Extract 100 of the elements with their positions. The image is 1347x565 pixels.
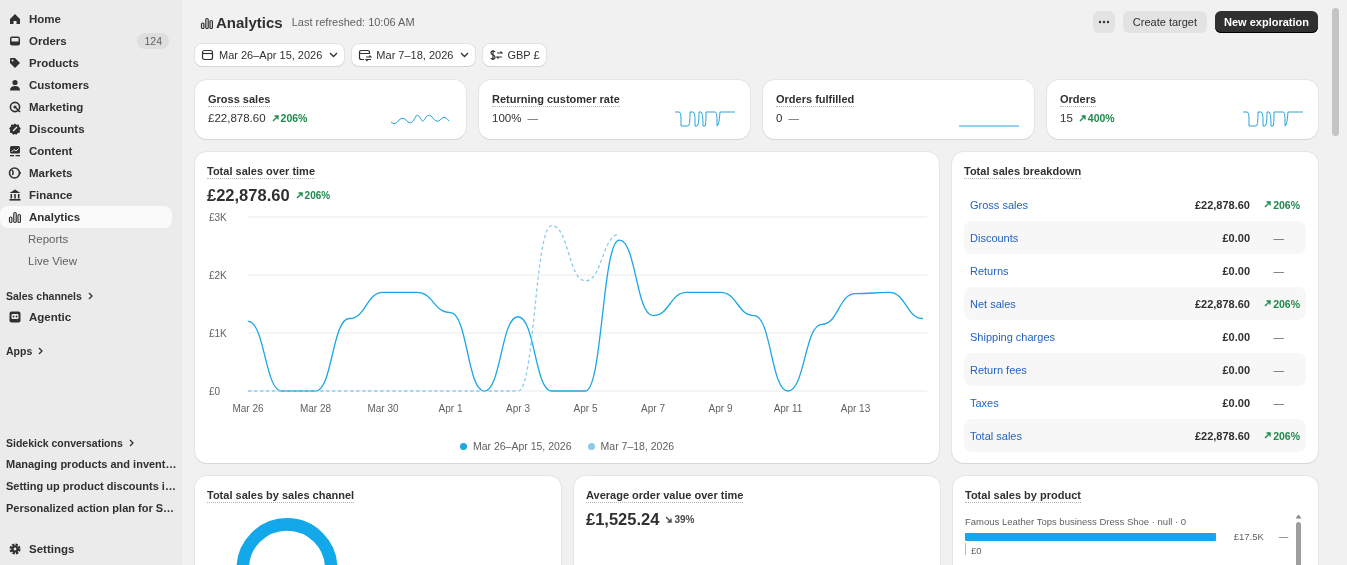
metric-link[interactable]: Gross sales (970, 198, 1195, 211)
nav-item[interactable]: Analytics (0, 206, 172, 228)
page-title: Analytics (216, 13, 283, 31)
x-axis-label: Mar 28 (299, 403, 332, 414)
no-change-dash: — (1273, 231, 1284, 244)
metric-value: £0.00 (1222, 363, 1250, 376)
metric-link[interactable]: Taxes (970, 396, 1223, 409)
no-change-dash: — (1273, 264, 1284, 277)
y-axis-label: £0 (209, 386, 221, 397)
change-percent: 206% (1273, 297, 1300, 310)
section-link[interactable]: Apps (0, 341, 172, 361)
no-change-dash: — (1273, 363, 1284, 376)
robot-icon (8, 310, 22, 324)
image-icon (8, 144, 22, 158)
metric-title: Orders fulfilled (776, 93, 855, 107)
metric-value: £0.00 (1222, 330, 1250, 343)
bar-chart-icon (8, 210, 22, 224)
no-change-dash: — (1278, 531, 1290, 542)
nav-item[interactable]: Discounts (0, 118, 172, 140)
count-badge: 124 (137, 33, 169, 49)
metric-link[interactable]: Returns (970, 264, 1223, 277)
chart-title: Average order value over time (586, 489, 744, 503)
metric-value: £22,878.60 (208, 112, 266, 124)
trend-up-icon (1078, 114, 1086, 122)
x-axis-label: Apr 9 (708, 403, 733, 414)
nav-item[interactable]: Markets (0, 162, 172, 184)
metric-value: £0.00 (1222, 264, 1250, 277)
nav-item[interactable]: Content (0, 140, 172, 162)
kpi-card[interactable]: Orders 15 400% (1047, 80, 1318, 139)
target-icon (8, 100, 22, 114)
axis-label: £0 (971, 545, 982, 556)
scrollbar[interactable] (1295, 514, 1302, 565)
trend-up-icon (271, 114, 279, 122)
date-range-button[interactable]: Mar 7–18, 2026 (352, 44, 476, 66)
metric-link[interactable]: Return fees (970, 363, 1223, 376)
metric-value: 100% (492, 112, 522, 124)
nav-subitem[interactable]: Live View (0, 250, 172, 272)
metric-value: £22,878.60 (1194, 297, 1250, 310)
nav-subitem[interactable]: Reports (0, 228, 172, 250)
metric-link[interactable]: Shipping charges (970, 330, 1223, 343)
no-change-dash: — (527, 112, 538, 124)
trend-up-icon (1264, 201, 1272, 208)
person-icon (8, 78, 22, 92)
trend-up-icon (295, 192, 303, 199)
change-percent: 39% (674, 514, 695, 525)
settings-icon (8, 542, 22, 556)
section-link[interactable]: Sales channels (0, 286, 172, 306)
create-target-button[interactable]: Create target (1122, 11, 1208, 33)
chevron-right-icon (37, 347, 45, 355)
metric-link[interactable]: Net sales (970, 297, 1195, 310)
new-exploration-button[interactable]: New exploration (1215, 11, 1318, 33)
date-range-button[interactable]: Mar 26–Apr 15, 2026 (195, 44, 345, 66)
nav-item[interactable]: Marketing (0, 96, 172, 118)
change-percent: 206% (1273, 198, 1300, 211)
kpi-card[interactable]: Orders fulfilled 0 — (763, 80, 1034, 139)
metric-link[interactable]: Total sales (970, 429, 1195, 442)
more-button[interactable] (1092, 11, 1115, 33)
chart-title: Total sales over time (207, 165, 315, 179)
breakdown-title: Total sales breakdown (964, 165, 1082, 179)
bar-value-label: £17.5K (1233, 531, 1264, 542)
settings-link[interactable]: Settings (0, 538, 172, 560)
sparkline (1241, 110, 1305, 128)
chart-title: Total sales by sales channel (207, 489, 355, 503)
nav-item[interactable]: Orders 124 (0, 30, 172, 52)
total-value: £22,878.60 (207, 186, 290, 205)
kpi-card[interactable]: Returning customer rate 100% — (479, 80, 750, 139)
metric-link[interactable]: Discounts (970, 231, 1223, 244)
sparkline (957, 125, 1021, 127)
nav-item[interactable]: Finance (0, 184, 172, 206)
nav-item[interactable]: Customers (0, 74, 172, 96)
nav-item[interactable]: Home (0, 8, 172, 30)
sparkline (673, 110, 737, 128)
average-value: £1,525.24 (586, 510, 660, 529)
conversation-link[interactable]: Personalized action plan for S… (0, 497, 172, 519)
globe-icon (8, 166, 22, 180)
trend-up-icon (1264, 432, 1272, 439)
change-percent: 206% (1273, 429, 1300, 442)
y-axis-label: £2K (209, 270, 227, 281)
section-link[interactable]: Sidekick conversations (0, 433, 172, 453)
bank-icon (8, 188, 22, 202)
x-axis-label: Apr 11 (773, 403, 803, 414)
trend-up-icon (1264, 300, 1272, 307)
no-change-dash: — (1273, 396, 1284, 409)
last-refreshed-text: Last refreshed: 10:06 AM (291, 16, 415, 28)
trend-down-icon (665, 516, 673, 523)
tag-icon (8, 56, 22, 70)
metric-title: Gross sales (208, 93, 271, 107)
product-name: Famous Leather Tops business Dress Shoe · null · 0 (965, 516, 1187, 527)
metric-value: £0.00 (1222, 396, 1250, 409)
legend-label: Mar 7–18, 2026 (600, 440, 675, 452)
metric-value: 15 (1060, 112, 1073, 124)
home-icon (8, 12, 22, 26)
nav-item[interactable]: Agentic (0, 306, 172, 328)
chevron-right-icon (127, 439, 135, 447)
nav-item[interactable]: Products (0, 52, 172, 74)
currency-button[interactable]: GBP £ (483, 44, 546, 66)
discount-icon (8, 122, 22, 136)
metric-value: £22,878.60 (1194, 198, 1250, 211)
kpi-card[interactable]: Gross sales £22,878.60 206% (195, 80, 466, 139)
y-axis-label: £1K (209, 328, 227, 339)
